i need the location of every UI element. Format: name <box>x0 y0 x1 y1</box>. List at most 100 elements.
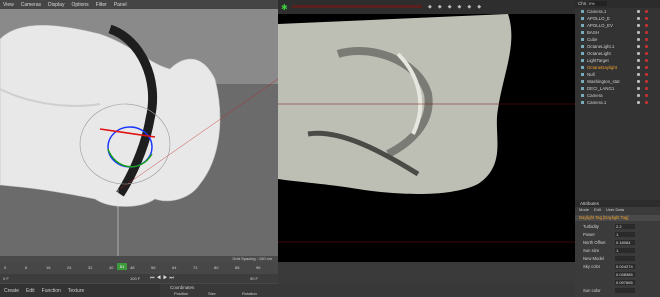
visibility-toggle[interactable] <box>637 101 640 104</box>
menu-display[interactable]: Display <box>48 2 64 8</box>
menu-edit[interactable]: Edit <box>26 288 35 294</box>
visibility-toggle[interactable] <box>637 31 640 34</box>
start-frame[interactable]: 0 F <box>3 276 9 281</box>
tag-icon[interactable] <box>645 31 648 34</box>
tag-icon[interactable] <box>645 73 648 76</box>
attribute-value-field[interactable]: 0.18084 <box>615 240 635 245</box>
visibility-toggle[interactable] <box>637 38 640 41</box>
end-frame[interactable]: 100 F <box>130 276 140 281</box>
tag-icon[interactable] <box>645 101 648 104</box>
menu-view[interactable]: View <box>3 2 14 8</box>
attribute-value-field[interactable]: 0.038385 <box>615 272 635 277</box>
timeline[interactable]: 0 8 16 24 32 40 48 56 64 72 80 88 96 51 0 F 100 F ⏮◀… <box>0 262 278 284</box>
visibility-toggle[interactable] <box>637 17 640 20</box>
visibility-toggle[interactable] <box>637 94 640 97</box>
tab-mode[interactable]: Mode <box>579 207 589 213</box>
tag-icon[interactable] <box>645 59 648 62</box>
transport-bar: 0 F 100 F ⏮◀▶⏭ 90 F <box>0 274 278 283</box>
object-type-icon <box>581 17 584 20</box>
bottom-panels: Create Edit Function Texture Coordinates… <box>0 284 575 297</box>
attribute-value-field[interactable] <box>615 288 635 293</box>
menu-options[interactable]: Options <box>71 2 88 8</box>
tag-icon[interactable] <box>645 66 648 69</box>
timeline-tick-label: 88 <box>235 265 240 270</box>
tag-title-bar: Daylight Tag [Daylight Tag] <box>575 215 660 221</box>
visibility-toggle[interactable] <box>637 10 640 13</box>
menu-cameras[interactable]: Cameras <box>21 2 41 8</box>
object-label: Camera.1 <box>587 9 607 14</box>
menu-filter[interactable]: Filter <box>96 2 107 8</box>
attribute-label: Power <box>583 232 595 237</box>
visibility-toggle[interactable] <box>637 52 640 55</box>
tag-icon[interactable] <box>645 45 648 48</box>
attribute-value-field[interactable]: 0.024274 <box>615 264 635 269</box>
object-row[interactable]: Cube <box>575 36 660 43</box>
menu-create[interactable]: Create <box>4 288 19 294</box>
perspective-viewport[interactable]: View Cameras Display Options Filter Pane… <box>0 0 278 262</box>
attribute-label: Sun size <box>583 248 600 253</box>
tag-icon[interactable] <box>645 17 648 20</box>
visibility-toggle[interactable] <box>637 59 640 62</box>
object-row[interactable]: Washington_stat <box>575 78 660 85</box>
visibility-toggle[interactable] <box>637 80 640 83</box>
tag-icon[interactable] <box>645 87 648 90</box>
menu-panel[interactable]: Panel <box>114 2 127 8</box>
attribute-row: Sky color 0.024274 <box>575 263 660 270</box>
object-label: Camera.1 <box>587 100 607 105</box>
timeline-tick-label: 72 <box>193 265 198 270</box>
menu-function[interactable]: Function <box>42 288 61 294</box>
tag-icon[interactable] <box>645 24 648 27</box>
timeline-tick-label: 56 <box>151 265 156 270</box>
object-row[interactable]: Camera.1 <box>575 8 660 15</box>
tab-edit[interactable]: Edit <box>594 207 601 213</box>
om-zoom-field[interactable]: 0% <box>589 1 607 6</box>
attribute-value-field[interactable] <box>615 256 635 261</box>
tag-icon[interactable] <box>645 94 648 97</box>
attribute-label: Turbidity <box>583 224 599 229</box>
attribute-value-field[interactable]: 0.097665 <box>615 280 635 285</box>
object-row[interactable]: OctaneDaylight <box>575 64 660 71</box>
timeline-tick-label: 24 <box>67 265 72 270</box>
timeline-tick-label: 80 <box>214 265 219 270</box>
visibility-toggle[interactable] <box>637 73 640 76</box>
visibility-toggle[interactable] <box>637 66 640 69</box>
tag-icon[interactable] <box>645 80 648 83</box>
tag-icon[interactable] <box>645 52 648 55</box>
attribute-value-field[interactable]: 1. <box>615 248 635 253</box>
object-row[interactable]: APOLLO_E <box>575 15 660 22</box>
timeline-tick-label: 16 <box>46 265 51 270</box>
render-viewport[interactable]: ✱ ◆◆◆◆◆◆ <box>278 0 575 262</box>
render-toolbar-icons[interactable]: ◆◆◆◆◆◆ <box>428 4 487 10</box>
render-icon[interactable]: ✱ <box>281 3 288 12</box>
attribute-value-field[interactable]: 1. <box>615 232 635 237</box>
object-row[interactable]: APOLLO_EV <box>575 22 660 29</box>
tab-user-data[interactable]: User Data <box>606 207 624 213</box>
tag-icon[interactable] <box>645 10 648 13</box>
object-type-icon <box>581 101 584 104</box>
object-row[interactable]: Null <box>575 71 660 78</box>
current-frame-marker[interactable]: 51 <box>117 263 127 270</box>
visibility-toggle[interactable] <box>637 24 640 27</box>
object-manager: Chn 0% Camera.1 APOLLO_E APOLLO_EV BASH Cube… <box>575 0 660 200</box>
tag-icon[interactable] <box>645 38 648 41</box>
visibility-toggle[interactable] <box>637 87 640 90</box>
object-type-icon <box>581 38 584 41</box>
end-frame-2[interactable]: 90 F <box>250 276 258 281</box>
object-row[interactable]: Camera.1 <box>575 99 660 106</box>
attribute-value-field[interactable]: 2.2 <box>615 224 635 229</box>
coordinates-title: Coordinates <box>170 285 195 290</box>
object-label: OctaneLight.1 <box>587 44 615 49</box>
object-row[interactable]: OctaneLight <box>575 50 660 57</box>
attribute-label: Sun color <box>583 288 601 293</box>
object-row[interactable]: DECI_LANG1 <box>575 85 660 92</box>
object-row[interactable]: Camera <box>575 92 660 99</box>
attribute-row: North Offset 0.18084 <box>575 239 660 246</box>
object-row[interactable]: OctaneLight.1 <box>575 43 660 50</box>
object-row[interactable]: LightTarget <box>575 57 660 64</box>
menu-texture[interactable]: Texture <box>68 288 84 294</box>
visibility-toggle[interactable] <box>637 45 640 48</box>
object-row[interactable]: BASH <box>575 29 660 36</box>
attribute-label: Sky color <box>583 264 601 269</box>
transport-controls[interactable]: ⏮◀▶⏭ <box>150 275 176 281</box>
attribute-row: Power 1. <box>575 231 660 238</box>
